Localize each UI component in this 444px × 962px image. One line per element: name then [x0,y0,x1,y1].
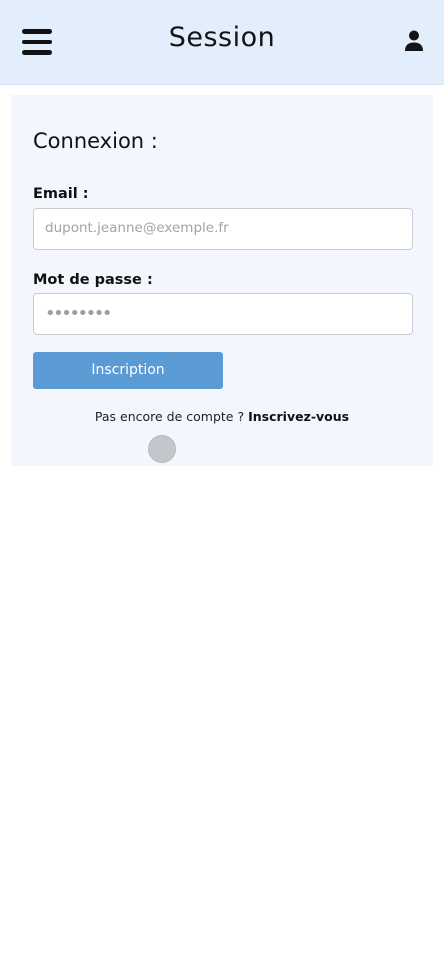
signup-link[interactable]: Inscrivez-vous [248,409,349,424]
inscription-button[interactable]: Inscription [33,352,223,389]
signup-prompt-text: Pas encore de compte ? [94,409,245,424]
page-title: Session [168,22,276,53]
user-icon[interactable] [404,30,424,52]
app-header: Session [0,0,444,85]
email-label: Email : [33,186,89,202]
email-field[interactable]: dupont.jeanne@exemple.fr [33,208,413,250]
password-field[interactable]: •••••••• [33,293,413,335]
login-title: Connexion : [33,129,158,153]
signup-prompt: Pas encore de compte ? Inscrivez-vous [11,409,433,424]
login-card: Connexion : Email : dupont.jeanne@exempl… [11,95,433,466]
touch-indicator [148,435,176,463]
password-label: Mot de passe : [33,272,153,288]
password-masked-value: •••••••• [45,303,112,324]
email-placeholder: dupont.jeanne@exemple.fr [45,220,229,236]
